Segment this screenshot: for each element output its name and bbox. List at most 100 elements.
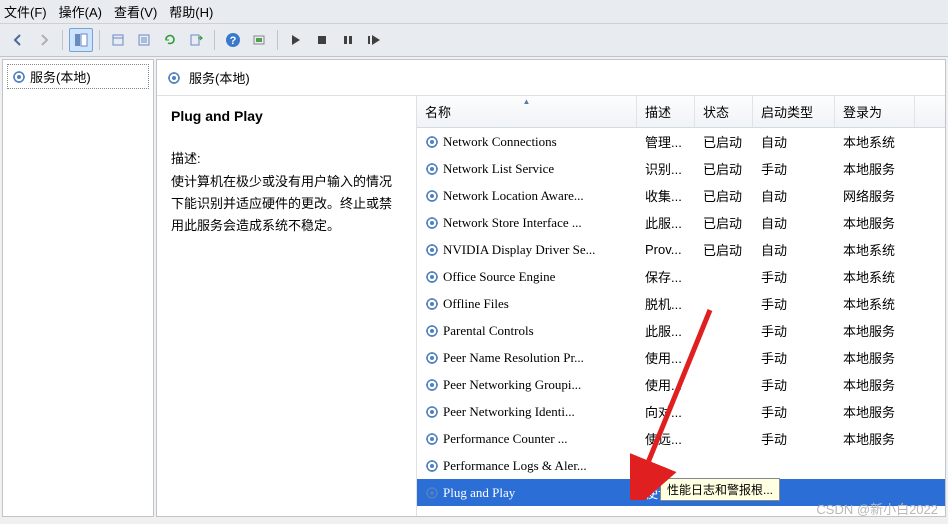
table-row[interactable]: NVIDIA Display Driver Se...Prov...已启动自动本… [417,236,945,263]
menu-file[interactable]: 文件(F) [4,2,47,21]
detail-desc-text: 使计算机在极少或没有用户输入的情况下能识别并适应硬件的更改。终止或禁用此服务会造… [171,171,402,237]
export-button[interactable] [132,28,156,52]
cell-desc: 此服... [637,321,695,340]
cell-name: Office Source Engine [417,269,637,285]
cell-startup: 自动 [753,186,835,205]
gear-icon [425,378,439,392]
cell-desc: 使用... [637,375,695,394]
detail-pane: Plug and Play 描述: 使计算机在极少或没有用户输入的情况下能识别并… [157,96,417,516]
col-header-status[interactable]: 状态 [695,96,753,127]
list-body[interactable]: Network Connections管理...已启动自动本地系统Network… [417,128,945,516]
gear-icon [425,405,439,419]
col-header-desc[interactable]: 描述 [637,96,695,127]
cell-status: 已启动 [695,132,753,151]
cell-logon: 本地系统 [835,267,915,286]
cell-status: 已启动 [695,159,753,178]
cell-startup: 手动 [753,348,835,367]
col-header-startup[interactable]: 启动类型 [753,96,835,127]
table-row[interactable]: Network Store Interface ...此服...已启动自动本地服… [417,209,945,236]
cell-status: 已启动 [695,240,753,259]
help-button[interactable]: ? [221,28,245,52]
cell-desc: 使用... [637,348,695,367]
svg-text:?: ? [230,35,237,47]
menu-help[interactable]: 帮助(H) [169,2,213,21]
cell-startup: 手动 [753,402,835,421]
cell-name: Peer Name Resolution Pr... [417,350,637,366]
table-row[interactable]: Peer Networking Groupi...使用...手动本地服务 [417,371,945,398]
cell-logon: 本地服务 [835,159,915,178]
cell-startup: 手动 [753,159,835,178]
tree-pane: 服务(本地) [2,59,154,517]
cell-startup: 自动 [753,132,835,151]
restart-button[interactable] [362,28,386,52]
cell-logon: 网络服务 [835,186,915,205]
main-area: 服务(本地) 服务(本地) Plug and Play 描述: 使计算机在极少或… [0,57,948,519]
cell-status: 已启动 [695,213,753,232]
gear-icon [425,270,439,284]
cell-name: Performance Counter ... [417,431,637,447]
detail-title: Plug and Play [171,108,402,124]
cell-startup: 自动 [753,213,835,232]
service-list: 名称▲ 描述 状态 启动类型 登录为 Network Connections管理… [417,96,945,516]
properties-button[interactable] [106,28,130,52]
cell-logon: 本地系统 [835,240,915,259]
cell-name: Network Connections [417,134,637,150]
export-list-button[interactable] [184,28,208,52]
cell-logon: 本地服务 [835,321,915,340]
table-row[interactable]: Network Connections管理...已启动自动本地系统 [417,128,945,155]
view-button[interactable] [69,28,93,52]
watermark: CSDN @新小白2022 [816,499,938,518]
tool-button[interactable] [247,28,271,52]
cell-desc: 识别... [637,159,695,178]
menu-bar: 文件(F) 操作(A) 查看(V) 帮助(H) [0,0,948,24]
cell-desc: 管理... [637,132,695,151]
col-header-logon[interactable]: 登录为 [835,96,915,127]
cell-name: Parental Controls [417,323,637,339]
cell-name: Network Location Aware... [417,188,637,204]
table-row[interactable]: Performance Counter ...使远...手动本地服务 [417,425,945,452]
table-row[interactable]: Offline Files脱机...手动本地系统 [417,290,945,317]
table-row[interactable]: Peer Networking Identi...向对...手动本地服务 [417,398,945,425]
cell-logon: 本地系统 [835,132,915,151]
gear-icon [425,486,439,500]
separator [99,30,100,50]
forward-button[interactable] [32,28,56,52]
cell-desc: 此服... [637,213,695,232]
cell-logon: 本地服务 [835,375,915,394]
content-title: 服务(本地) [189,68,250,87]
cell-desc: 收集... [637,186,695,205]
cell-name: Plug and Play [417,485,637,501]
table-row[interactable]: Network Location Aware...收集...已启动自动网络服务 [417,182,945,209]
menu-view[interactable]: 查看(V) [114,2,157,21]
play-button[interactable] [284,28,308,52]
table-row[interactable]: Office Source Engine保存...手动本地系统 [417,263,945,290]
toolbar: ? [0,24,948,57]
tree-root-label: 服务(本地) [30,67,91,86]
gear-icon [425,351,439,365]
cell-name: Network List Service [417,161,637,177]
menu-action[interactable]: 操作(A) [59,2,102,21]
gear-icon [425,162,439,176]
cell-startup: 手动 [753,267,835,286]
table-row[interactable]: Performance Logs & Aler... [417,452,945,479]
separator [62,30,63,50]
tree-root-services[interactable]: 服务(本地) [7,64,149,89]
table-row[interactable]: Parental Controls此服...手动本地服务 [417,317,945,344]
table-row[interactable]: Network List Service识别...已启动手动本地服务 [417,155,945,182]
list-header: 名称▲ 描述 状态 启动类型 登录为 [417,96,945,128]
refresh-button[interactable] [158,28,182,52]
stop-button[interactable] [310,28,334,52]
cell-desc: Prov... [637,242,695,257]
cell-startup: 手动 [753,375,835,394]
pause-button[interactable] [336,28,360,52]
gear-icon [425,243,439,257]
cell-name: Network Store Interface ... [417,215,637,231]
back-button[interactable] [6,28,30,52]
cell-startup: 自动 [753,240,835,259]
sort-indicator-icon: ▲ [523,97,531,106]
table-row[interactable]: Peer Name Resolution Pr...使用...手动本地服务 [417,344,945,371]
col-header-name[interactable]: 名称▲ [417,96,637,127]
gear-icon [167,71,181,85]
cell-name: Peer Networking Identi... [417,404,637,420]
gear-icon [12,70,26,84]
